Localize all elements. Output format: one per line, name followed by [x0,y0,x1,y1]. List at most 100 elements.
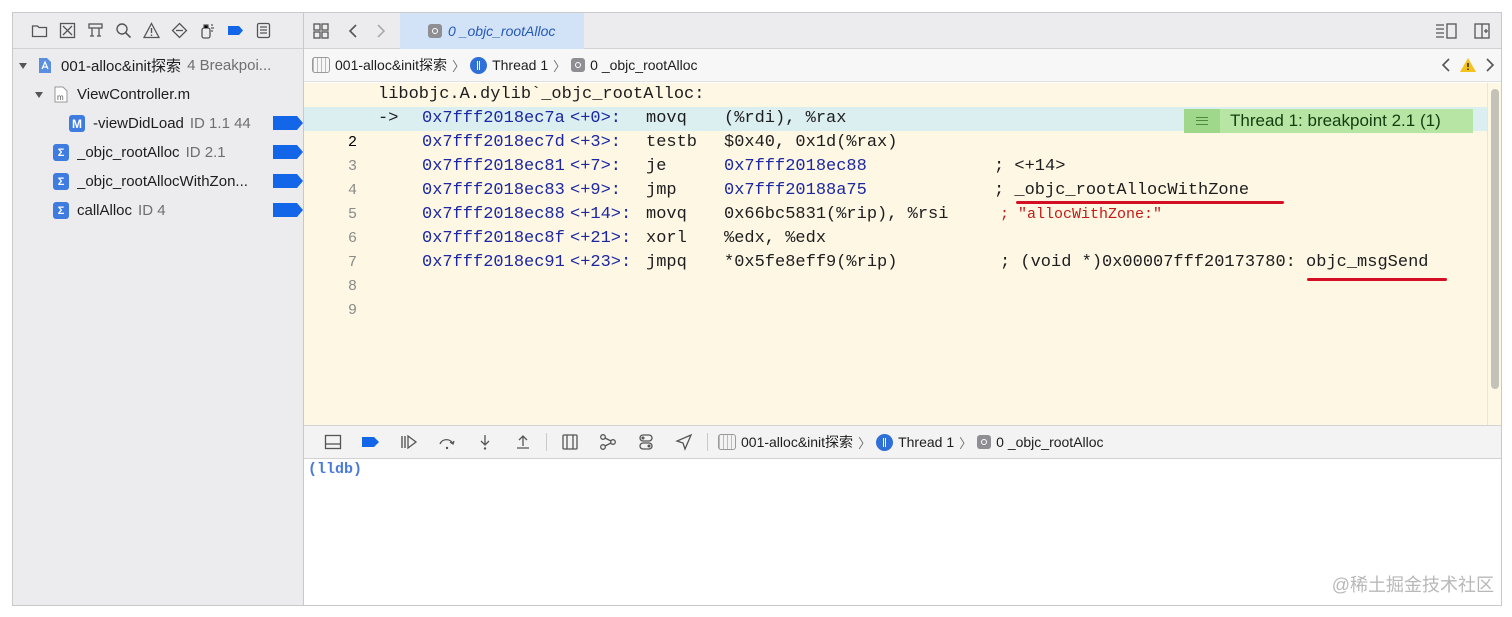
hierarchy-icon[interactable] [87,22,104,39]
view-hierarchy-icon[interactable] [551,425,589,459]
mnemonic: jmpq [646,253,687,272]
grid-icon[interactable] [312,22,330,40]
operands: *0x5fe8eff9(%rip) [724,253,898,272]
mnemonic: movq [646,205,687,224]
breadcrumb-project[interactable]: 001-alloc&init探索 [312,55,447,75]
offset: <+3>: [570,133,622,152]
address: 0x7fff2018ec81 [422,157,565,176]
divider [546,433,547,451]
step-into-icon[interactable] [466,425,504,459]
disclosure-open-icon[interactable] [33,90,45,100]
breakpoint-flag-icon[interactable] [273,203,303,217]
step-out-icon[interactable] [504,425,542,459]
breadcrumb-frame[interactable]: 0 _objc_rootAlloc [571,57,698,73]
memory-graph-icon[interactable] [589,425,627,459]
operands: %edx, %edx [724,229,827,248]
project-icon [312,57,330,73]
breakpoints-toggle-icon[interactable] [352,425,390,459]
divider [707,433,708,451]
jump-bar: 001-alloc&init探索 〉 Thread 1 〉 0 _objc_ro… [304,49,1501,82]
code-line: 8 0x7fff2018ec91 <+23>: jmpq *0x5fe8eff9… [304,251,1487,295]
tree-row-breakpoint[interactable]: Σ _objc_rootAlloc ID 2.1 [13,138,303,167]
offset: <+21>: [570,229,632,248]
environment-overrides-icon[interactable] [627,425,665,459]
previous-issue-icon[interactable] [1441,57,1451,73]
tab-title: 0 _objc_rootAlloc [448,23,556,39]
breadcrumb-thread[interactable]: Thread 1 [470,56,548,74]
add-editor-icon[interactable] [1473,22,1491,40]
tree-row-breakpoint[interactable]: M -viewDidLoad ID 1.1 44 [13,109,303,138]
mnemonic: testb [646,133,698,152]
offset: <+7>: [570,157,622,176]
search-icon[interactable] [115,22,132,39]
code-line: 5 0x7fff2018ec83 <+9>: jmp 0x7fff20188a7… [304,179,1487,223]
operands: 0x7fff2018ec88 [724,157,867,176]
breakpoint-flag-icon[interactable] [273,174,303,188]
simulate-location-icon[interactable] [665,425,703,459]
breadcrumb-project[interactable]: 001-alloc&init探索 [718,432,853,452]
folder-icon[interactable] [31,22,48,39]
chevron-right-icon: 〉 [452,58,466,74]
hide-debug-area-icon[interactable] [314,425,352,459]
editor-area: 0 _objc_rootAlloc 001-alloc&init探索 〉 Thr… [304,13,1501,605]
warning-icon[interactable] [1459,57,1477,73]
lldb-console[interactable]: (lldb) [304,459,1501,605]
breakpoint-flag-icon[interactable] [273,116,303,130]
tree-row-label: 001-alloc&init探索 [61,58,182,75]
source-control-icon[interactable] [59,22,76,39]
mnemonic: jmp [646,181,677,200]
mnemonic: je [646,157,667,176]
breadcrumb-label: 0 _objc_rootAlloc [590,57,698,73]
watermark: @稀土掘金技术社区 [1331,575,1494,595]
project-icon [718,434,736,450]
gear-icon [428,24,442,38]
operands: (%rdi), %rax [724,109,847,128]
address: 0x7fff2018ec91 [422,253,565,272]
breakpoint-icon[interactable] [227,22,244,39]
disclosure-open-icon[interactable] [17,61,29,71]
tree-row-sub: 4 Breakpoi... [187,57,272,74]
breadcrumb-frame[interactable]: 0 _objc_rootAlloc [977,434,1104,450]
continue-icon[interactable] [390,425,428,459]
breadcrumb-label: 001-alloc&init探索 [741,434,854,450]
disassembly-view[interactable]: 1 libobjc.A.dylib`_objc_rootAlloc: 2 -> … [304,83,1487,425]
method-icon: M [69,115,85,132]
warning-icon[interactable] [143,22,160,39]
tree-row-breakpoint[interactable]: Σ _objc_rootAllocWithZon... [13,167,303,196]
breakpoint-annotation[interactable]: Thread 1: breakpoint 2.1 (1) [1184,109,1473,133]
mnemonic: xorl [646,229,687,248]
step-over-icon[interactable] [428,425,466,459]
scrollbar-thumb[interactable] [1491,89,1499,389]
vertical-scrollbar[interactable] [1487,83,1501,425]
code-line: 3 0x7fff2018ec7d <+3>: testb $0x40, 0x1d… [304,131,1487,175]
symbol-icon: Σ [53,144,69,161]
tab-active[interactable]: 0 _objc_rootAlloc [400,13,584,49]
test-diamond-icon[interactable] [171,22,188,39]
tree-row-project[interactable]: 001-alloc&init探索 4 Breakpoi... [13,51,303,80]
breadcrumb-thread[interactable]: Thread 1 [876,433,954,451]
chevron-right-icon: 〉 [858,435,872,451]
report-icon[interactable] [255,22,272,39]
comment: ; "allocWithZone:" [1000,206,1163,223]
back-chevron-icon[interactable] [344,22,362,40]
code-line: 1 libobjc.A.dylib`_objc_rootAlloc: [304,83,1487,127]
operands: 0x7fff20188a75 [724,181,867,200]
breakpoint-flag-icon[interactable] [273,145,303,159]
address: 0x7fff2018ec7a [422,109,565,128]
tree-row-sub: ID 1.1 44 [189,115,251,132]
code-line: 4 0x7fff2018ec81 <+7>: je 0x7fff2018ec88… [304,155,1487,199]
next-issue-icon[interactable] [1485,57,1495,73]
svg-text:m: m [57,93,64,102]
breakpoint-tree: 001-alloc&init探索 4 Breakpoi... m ViewCon… [13,49,303,225]
comment: ; <+14> [994,157,1066,176]
forward-chevron-icon[interactable] [372,22,390,40]
editor-options-icon[interactable] [1435,22,1457,40]
lldb-prompt: (lldb) [308,461,363,478]
tree-row-file[interactable]: m ViewController.m [13,80,303,109]
operands: 0x66bc5831(%rip), %rsi [724,205,949,224]
debug-spray-icon[interactable] [199,22,216,39]
comment: ; _objc_rootAllocWithZone [994,181,1250,200]
operands: $0x40, 0x1d(%rax) [724,133,898,152]
m-file-icon: m [53,86,69,103]
tree-row-breakpoint[interactable]: Σ callAlloc ID 4 [13,196,303,225]
